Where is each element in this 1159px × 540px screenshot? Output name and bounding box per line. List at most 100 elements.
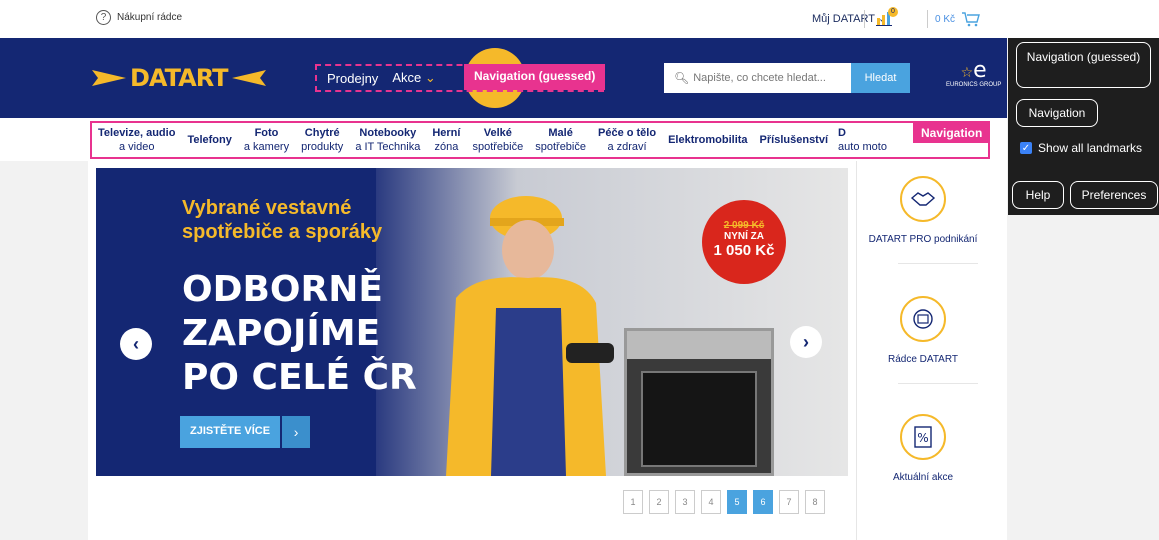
oven-window: [641, 371, 757, 467]
banner-cta-button[interactable]: ZJISTĚTE VÍCE ›: [180, 416, 311, 448]
search-placeholder: Napište, co chcete hledat...: [693, 72, 826, 84]
banner-subtitle-line: Vybrané vestavné: [182, 197, 352, 219]
landmark-label-guessed: Navigation (guessed): [464, 64, 606, 90]
side-link-label: DATART PRO podnikání: [868, 234, 978, 245]
euronics-star-icon: ☆e: [960, 58, 987, 83]
side-link-guide[interactable]: Rádce DATART: [858, 296, 988, 365]
page-button[interactable]: 3: [675, 490, 695, 514]
price-now-label: NYNÍ ZA: [724, 231, 764, 242]
show-all-landmarks-toggle[interactable]: ✓ Show all landmarks: [1020, 141, 1142, 155]
category-line2: a zdraví: [607, 141, 647, 153]
compare-count-badge: 0: [888, 7, 898, 17]
banner-headline-line: ODBORNĚ: [182, 269, 383, 310]
category-item[interactable]: Péče o tělo a zdraví: [592, 123, 662, 157]
nav-item-prodejny[interactable]: Prodejny: [327, 71, 378, 86]
category-item[interactable]: Herní zóna: [426, 123, 466, 157]
logo-text: DATART: [130, 64, 228, 92]
account-label: Můj DATART: [812, 13, 875, 25]
page-button[interactable]: 2: [649, 490, 669, 514]
checkbox-checked-icon: ✓: [1020, 142, 1032, 154]
divider: [864, 10, 865, 28]
svg-text:%: %: [917, 431, 928, 445]
page-button-active[interactable]: 6: [753, 490, 773, 514]
category-line1: Televize, audio: [98, 127, 176, 139]
category-line1: Foto: [254, 127, 279, 139]
banner-subtitle: Vybrané vestavné spotřebiče a sporáky: [182, 196, 382, 244]
euronics-label: EURONICS GROUP: [946, 82, 1002, 88]
chevron-left-icon: ‹: [133, 333, 139, 354]
cart-total: 0 Kč: [935, 13, 956, 25]
question-icon: ?: [96, 10, 111, 25]
banner-headline-line: PO CELÉ ČR: [182, 357, 417, 398]
logo-arrow-right-icon: [92, 70, 126, 86]
category-item[interactable]: Telefony: [181, 123, 237, 157]
category-line2: zóna: [434, 141, 459, 153]
category-item[interactable]: Elektromobilita: [662, 123, 753, 157]
nav-item-akce[interactable]: Akce ⌄: [392, 70, 435, 86]
page-button[interactable]: 1: [623, 490, 643, 514]
category-line1: Notebooky: [359, 127, 417, 139]
shopping-guide-label: Nákupní rádce: [117, 12, 183, 23]
banner-cta-label: ZJISTĚTE VÍCE: [180, 416, 281, 448]
logo-arrow-left-icon: [231, 70, 266, 86]
side-link-business[interactable]: DATART PRO podnikání: [858, 176, 988, 245]
banner-headline: ODBORNĚ ZAPOJÍME PO CELÉ ČR: [182, 268, 417, 400]
page-button[interactable]: 4: [701, 490, 721, 514]
category-item[interactable]: Notebooky a IT Technika: [349, 123, 426, 157]
handshake-icon: [900, 176, 946, 222]
category-line1: Elektromobilita: [668, 134, 748, 146]
category-item[interactable]: Dauto moto: [834, 123, 893, 157]
category-item[interactable]: Televize, audio a video: [92, 123, 181, 157]
category-line2: a kamery: [243, 141, 290, 153]
side-divider: [898, 383, 978, 384]
category-line2: a IT Technika: [355, 141, 421, 153]
cart-icon: [962, 12, 980, 27]
help-button[interactable]: Help: [1012, 181, 1064, 209]
side-link-deals[interactable]: % Aktuální akce: [858, 414, 988, 483]
divider: [927, 10, 928, 28]
category-line2: spotřebiče: [535, 141, 586, 153]
category-item[interactable]: Velké spotřebiče: [466, 123, 529, 157]
datart-logo[interactable]: DATART: [92, 64, 266, 92]
category-line2: auto moto: [838, 141, 887, 153]
search-button[interactable]: Hledat: [851, 63, 910, 93]
promo-banner[interactable]: Vybrané vestavné spotřebiče a sporáky OD…: [96, 168, 848, 476]
category-navigation: Televize, audio a video Telefony Foto a ka…: [90, 121, 990, 159]
preferences-button[interactable]: Preferences: [1070, 181, 1158, 209]
category-line1: Chytré: [304, 127, 340, 139]
category-item[interactable]: Malé spotřebiče: [529, 123, 592, 157]
category-line1: D: [838, 127, 846, 139]
carousel-prev-button[interactable]: ‹: [120, 328, 152, 360]
show-all-label: Show all landmarks: [1038, 141, 1143, 155]
landmark-button-navigation-guessed[interactable]: Navigation (guessed): [1016, 42, 1151, 88]
category-item[interactable]: Příslušenství: [754, 123, 834, 157]
nav-item-akce-label: Akce: [392, 70, 422, 85]
category-item[interactable]: Chytré produkty: [295, 123, 349, 157]
carousel-next-button[interactable]: ›: [790, 326, 822, 358]
category-line1: Péče o tělo: [598, 127, 657, 139]
category-line1: Malé: [548, 127, 573, 139]
oven-panel: [627, 331, 771, 359]
side-divider: [856, 161, 857, 540]
category-line2: produkty: [301, 141, 344, 153]
landmark-button-navigation[interactable]: Navigation: [1016, 99, 1098, 127]
side-link-label: Rádce DATART: [887, 354, 959, 365]
category-line1: Telefony: [187, 134, 232, 146]
category-item[interactable]: Foto a kamery: [238, 123, 295, 157]
page-button-active[interactable]: 5: [727, 490, 747, 514]
worker-illustration: [446, 196, 614, 476]
euronics-logo[interactable]: ☆e EURONICS GROUP: [946, 58, 1002, 89]
page-button[interactable]: 8: [805, 490, 825, 514]
landmark-label-navigation: Navigation: [913, 123, 991, 143]
search-icon: 🔍︎: [674, 71, 690, 85]
price-old: 2 099 Kč: [723, 220, 765, 231]
shopping-guide-link[interactable]: ? Nákupní rádce: [96, 10, 182, 25]
cart-link[interactable]: 0 Kč: [935, 11, 981, 27]
chevron-down-icon: ⌄: [424, 70, 436, 85]
banner-headline-line: ZAPOJÍME: [182, 313, 381, 354]
price-new: 1 050 Kč: [713, 242, 775, 259]
search-input[interactable]: 🔍︎ Napište, co chcete hledat...: [664, 63, 851, 93]
page-button[interactable]: 7: [779, 490, 799, 514]
guide-icon: [900, 296, 946, 342]
price-badge: 2 099 Kč NYNÍ ZA 1 050 Kč: [702, 200, 786, 284]
